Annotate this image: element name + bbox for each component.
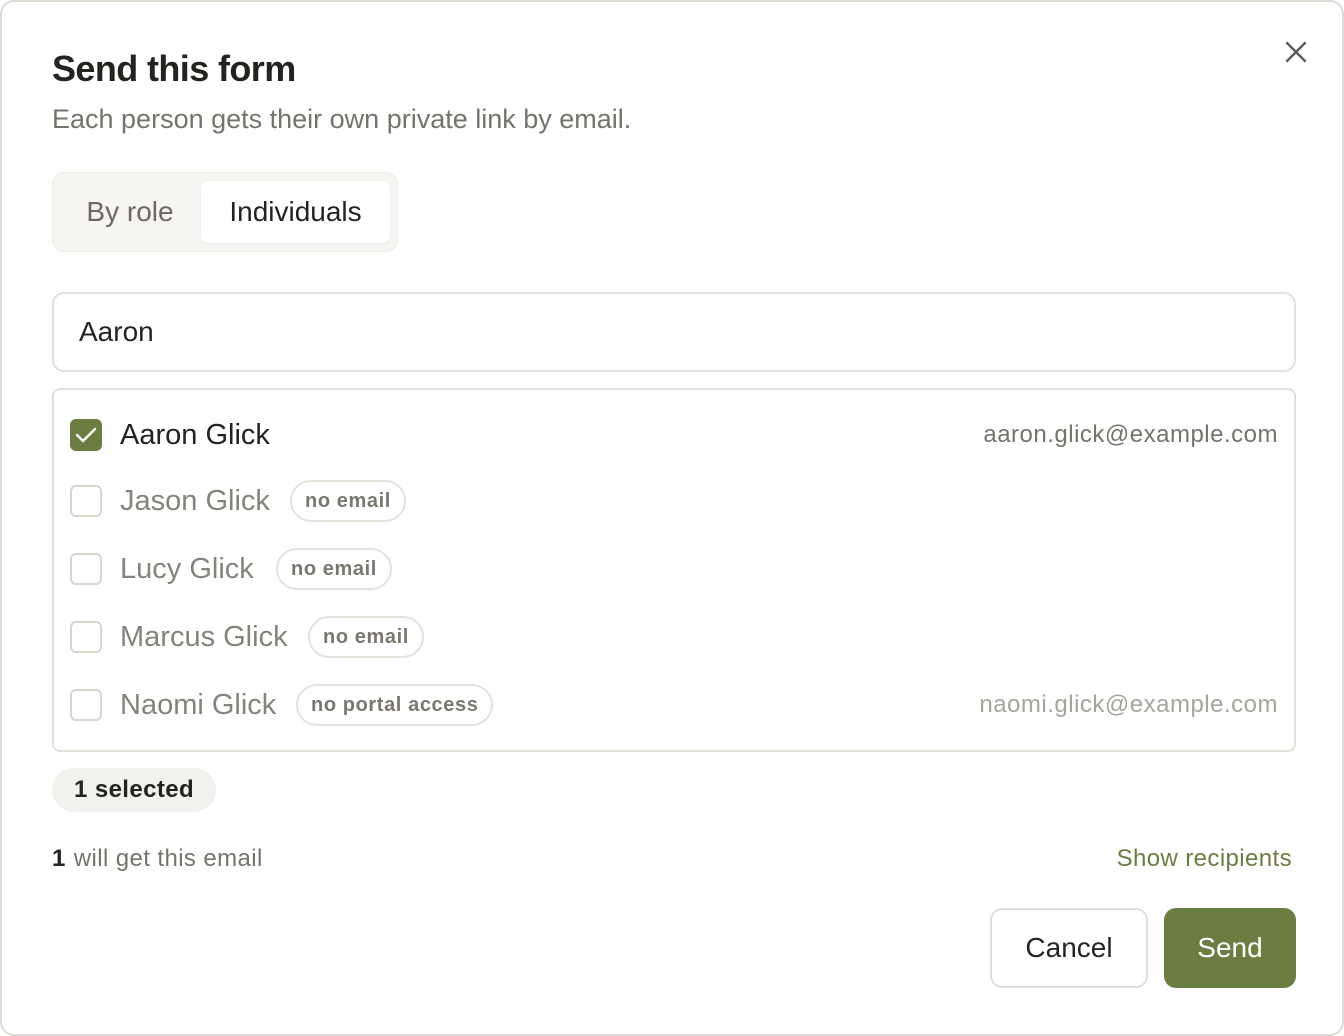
checkbox-marcus-glick[interactable]	[70, 621, 102, 653]
no-email-badge: no email	[290, 480, 406, 522]
no-email-badge: no email	[276, 548, 392, 590]
tab-by-role[interactable]: By role	[61, 181, 199, 243]
list-item-aaron-glick[interactable]: Aaron Glick aaron.glick@example.com	[54, 405, 1294, 465]
list-item-lucy-glick[interactable]: Lucy Glick no email	[54, 539, 1294, 599]
checkbox-aaron-glick[interactable]	[70, 419, 102, 451]
checkmark-icon	[75, 427, 97, 443]
tab-individuals[interactable]: Individuals	[201, 181, 390, 243]
send-button[interactable]: Send	[1164, 908, 1296, 988]
close-button[interactable]	[1278, 34, 1314, 70]
selected-count-badge: 1 selected	[52, 768, 217, 812]
dialog-title: Send this form	[52, 48, 296, 89]
person-email: naomi.glick@example.com	[979, 691, 1278, 718]
close-icon	[1285, 41, 1307, 63]
person-name: Aaron Glick	[120, 419, 270, 451]
no-email-badge: no email	[308, 616, 424, 658]
show-recipients-link[interactable]: Show recipients	[1117, 845, 1292, 873]
recipient-mode-toggle: By role Individuals	[52, 172, 398, 252]
list-item-jason-glick[interactable]: Jason Glick no email	[54, 471, 1294, 531]
checkbox-jason-glick[interactable]	[70, 485, 102, 517]
recipient-summary: 1 will get this email	[52, 845, 263, 873]
recipient-count: 1	[52, 845, 66, 872]
person-name: Marcus Glick	[120, 621, 288, 653]
people-list: Aaron Glick aaron.glick@example.com Jaso…	[52, 388, 1296, 752]
person-name: Naomi Glick	[120, 689, 277, 721]
dialog-subtitle: Each person gets their own private link …	[52, 104, 632, 134]
send-form-dialog: Send this form Each person gets their ow…	[0, 0, 1344, 1036]
person-name: Lucy Glick	[120, 553, 254, 585]
list-item-naomi-glick[interactable]: Naomi Glick no portal access naomi.glick…	[54, 675, 1294, 735]
people-search-input[interactable]	[52, 292, 1296, 372]
cancel-button[interactable]: Cancel	[990, 908, 1148, 988]
no-portal-access-badge: no portal access	[296, 684, 494, 726]
person-name: Jason Glick	[120, 485, 270, 517]
person-email: aaron.glick@example.com	[983, 421, 1278, 448]
recipient-summary-text: will get this email	[73, 845, 263, 872]
checkbox-naomi-glick[interactable]	[70, 689, 102, 721]
checkbox-lucy-glick[interactable]	[70, 553, 102, 585]
list-item-marcus-glick[interactable]: Marcus Glick no email	[54, 607, 1294, 667]
